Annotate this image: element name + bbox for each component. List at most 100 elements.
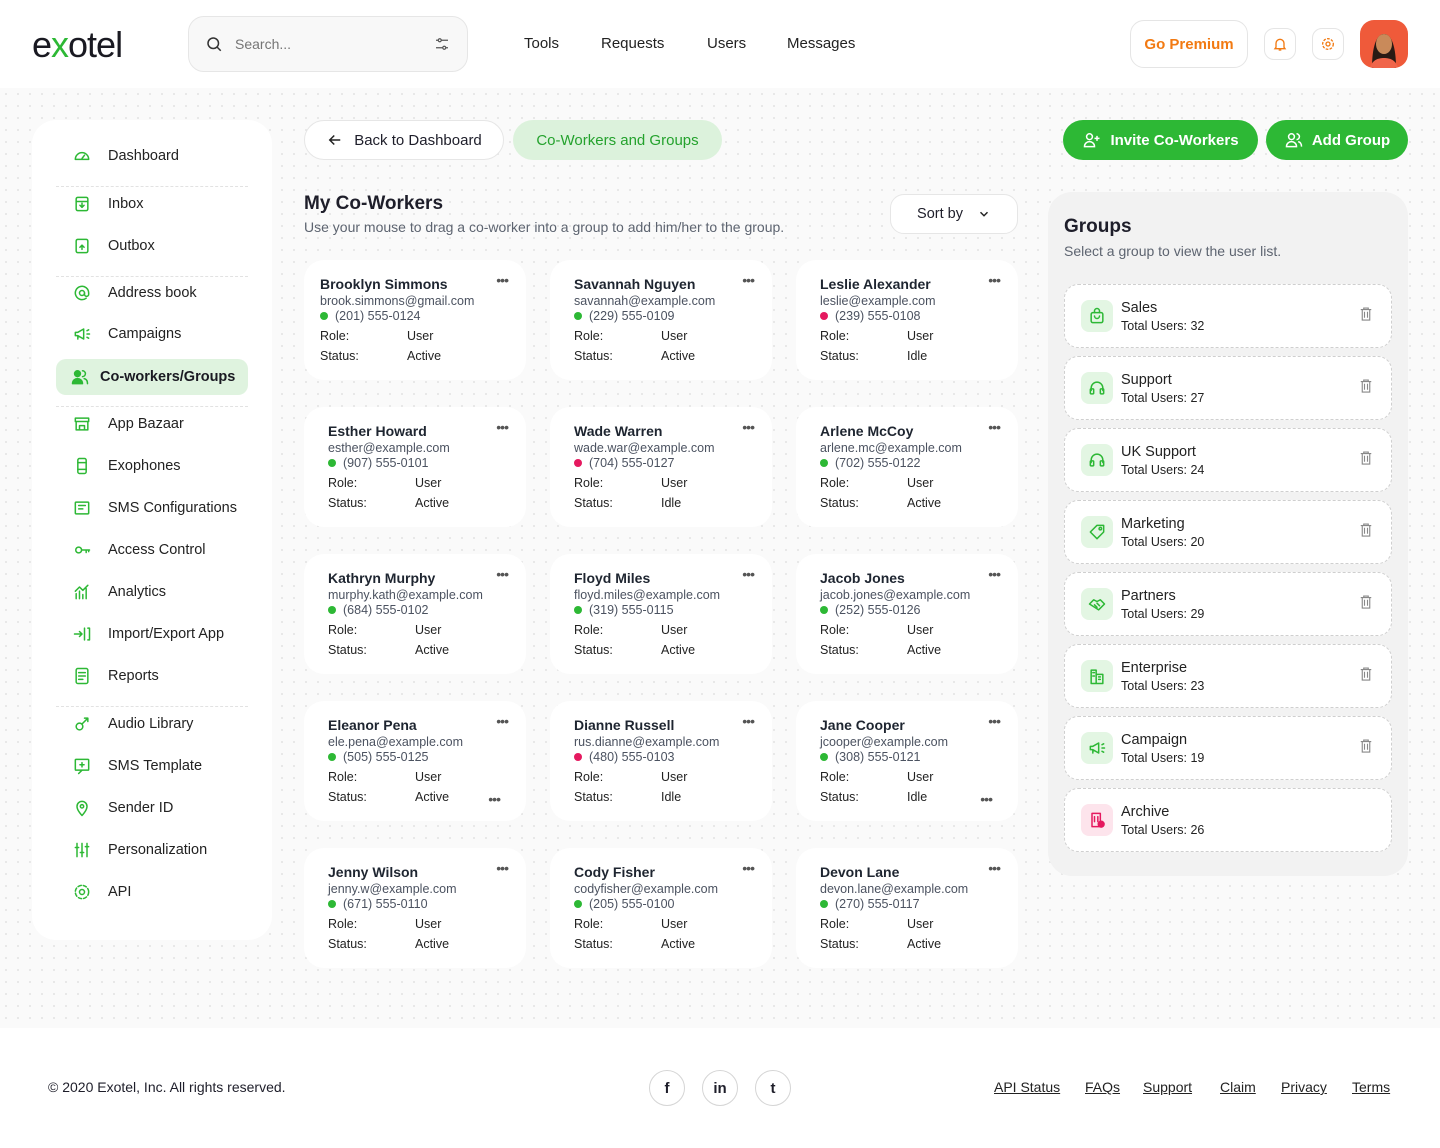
sidebar-item-campaigns[interactable]: Campaigns [56, 316, 248, 352]
coworker-phone: (480) 555-0103 [589, 750, 675, 764]
presence-dot [328, 753, 336, 761]
delete-group-button[interactable] [1357, 593, 1375, 616]
coworker-card[interactable]: Jane Cooper ••• jcooper@example.com (308… [796, 701, 1018, 821]
settings-button[interactable] [1312, 28, 1344, 60]
sidebar-item-personalization[interactable]: Personalization [56, 832, 248, 868]
delete-group-button[interactable] [1357, 665, 1375, 688]
more-options-icon[interactable]: ••• [988, 419, 1001, 435]
sidebar-item-import-export-app[interactable]: Import/Export App [56, 616, 248, 652]
sidebar-item-access-control[interactable]: Access Control [56, 532, 248, 568]
delete-group-button[interactable] [1357, 737, 1375, 760]
sidebar-item-app-bazaar[interactable]: App Bazaar [56, 406, 248, 442]
sidebar-item-sms-template[interactable]: SMS Template [56, 748, 248, 784]
add-group-button[interactable]: Add Group [1266, 120, 1408, 160]
coworker-card[interactable]: Esther Howard ••• esther@example.com (90… [304, 407, 526, 527]
sidebar-item-sms-configurations[interactable]: SMS Configurations [56, 490, 248, 526]
search-input[interactable] [235, 36, 433, 52]
more-options-icon[interactable]: ••• [988, 566, 1001, 582]
invite-coworkers-button[interactable]: Invite Co-Workers [1063, 120, 1258, 160]
sidebar-item-address-book[interactable]: Address book [56, 275, 248, 311]
sidebar-item-api[interactable]: API [56, 874, 248, 910]
coworker-card[interactable]: Kathryn Murphy ••• murphy.kath@example.c… [304, 554, 526, 674]
bag-icon [1090, 307, 1104, 324]
nav-tools[interactable]: Tools [524, 35, 559, 52]
delete-group-button[interactable] [1357, 449, 1375, 472]
more-options-icon[interactable]: ••• [980, 791, 993, 807]
footer-link-privacy[interactable]: Privacy [1281, 1079, 1327, 1095]
more-options-icon[interactable]: ••• [496, 566, 509, 582]
more-options-icon[interactable]: ••• [742, 419, 755, 435]
footer-link-support[interactable]: Support [1143, 1079, 1192, 1095]
sidebar-item-co-workers-groups[interactable]: Co-workers/Groups [56, 359, 248, 395]
presence-dot [820, 900, 828, 908]
more-options-icon[interactable]: ••• [488, 791, 501, 807]
group-item-support[interactable]: Support Total Users: 27 [1064, 356, 1392, 420]
footer-link-claim[interactable]: Claim [1220, 1079, 1256, 1095]
nav-messages[interactable]: Messages [787, 35, 855, 52]
coworker-card[interactable]: Floyd Miles ••• floyd.miles@example.com … [550, 554, 772, 674]
coworker-card[interactable]: Wade Warren ••• wade.war@example.com (70… [550, 407, 772, 527]
go-premium-button[interactable]: Go Premium [1130, 20, 1248, 68]
gauge-icon [74, 151, 90, 161]
coworker-card[interactable]: Devon Lane ••• devon.lane@example.com (2… [796, 848, 1018, 968]
group-item-partners[interactable]: Partners Total Users: 29 [1064, 572, 1392, 636]
more-options-icon[interactable]: ••• [988, 713, 1001, 729]
linkedin-icon[interactable]: in [702, 1070, 738, 1106]
coworker-card[interactable]: Savannah Nguyen ••• savannah@example.com… [550, 260, 772, 380]
nav-requests[interactable]: Requests [601, 35, 664, 52]
more-options-icon[interactable]: ••• [496, 419, 509, 435]
exotel-logo[interactable]: exotel [32, 24, 123, 66]
sidebar-item-reports[interactable]: Reports [56, 658, 248, 694]
group-item-uk-support[interactable]: UK Support Total Users: 24 [1064, 428, 1392, 492]
tab-coworkers-and-groups[interactable]: Co-Workers and Groups [513, 120, 722, 160]
presence-dot [820, 606, 828, 614]
footer-link-faqs[interactable]: FAQs [1085, 1079, 1120, 1095]
sidebar-item-audio-library[interactable]: Audio Library [56, 706, 248, 742]
sidebar-item-outbox[interactable]: Outbox [56, 228, 248, 264]
group-item-campaign[interactable]: Campaign Total Users: 19 [1064, 716, 1392, 780]
group-item-sales[interactable]: Sales Total Users: 32 [1064, 284, 1392, 348]
more-options-icon[interactable]: ••• [742, 566, 755, 582]
sort-by-dropdown[interactable]: Sort by [890, 194, 1018, 234]
sidebar-item-exophones[interactable]: Exophones [56, 448, 248, 484]
more-options-icon[interactable]: ••• [742, 860, 755, 876]
more-options-icon[interactable]: ••• [742, 713, 755, 729]
coworker-card[interactable]: Jenny Wilson ••• jenny.w@example.com (67… [304, 848, 526, 968]
more-options-icon[interactable]: ••• [496, 860, 509, 876]
coworker-card[interactable]: Eleanor Pena ••• ele.pena@example.com (5… [304, 701, 526, 821]
filter-icon[interactable] [433, 35, 451, 53]
delete-group-button[interactable] [1357, 377, 1375, 400]
coworker-status: Active [407, 349, 442, 363]
coworker-card[interactable]: Dianne Russell ••• rus.dianne@example.co… [550, 701, 772, 821]
coworker-card[interactable]: Jacob Jones ••• jacob.jones@example.com … [796, 554, 1018, 674]
sidebar-item-dashboard[interactable]: Dashboard [56, 138, 248, 174]
sidebar-item-label: Analytics [108, 584, 167, 600]
group-item-marketing[interactable]: Marketing Total Users: 20 [1064, 500, 1392, 564]
more-options-icon[interactable]: ••• [496, 272, 509, 288]
coworker-card[interactable]: Brooklyn Simmons ••• brook.simmons@gmail… [304, 260, 526, 380]
coworker-card[interactable]: Arlene McCoy ••• arlene.mc@example.com (… [796, 407, 1018, 527]
coworker-card[interactable]: Cody Fisher ••• codyfisher@example.com (… [550, 848, 772, 968]
users-icon [71, 370, 89, 385]
user-avatar[interactable] [1360, 20, 1408, 68]
more-options-icon[interactable]: ••• [742, 272, 755, 288]
sidebar-item-sender-id[interactable]: Sender ID [56, 790, 248, 826]
footer-link-api-status[interactable]: API Status [994, 1079, 1060, 1095]
more-options-icon[interactable]: ••• [988, 272, 1001, 288]
footer-link-terms[interactable]: Terms [1352, 1079, 1390, 1095]
more-options-icon[interactable]: ••• [496, 713, 509, 729]
group-item-enterprise[interactable]: Enterprise Total Users: 23 [1064, 644, 1392, 708]
more-options-icon[interactable]: ••• [988, 860, 1001, 876]
sidebar-item-inbox[interactable]: Inbox [56, 186, 248, 222]
coworker-card[interactable]: Leslie Alexander ••• leslie@example.com … [796, 260, 1018, 380]
facebook-icon[interactable]: f [649, 1070, 685, 1106]
coworker-name: Floyd Miles [574, 570, 651, 586]
sidebar-item-analytics[interactable]: Analytics [56, 574, 248, 610]
group-item-archive[interactable]: Archive Total Users: 26 [1064, 788, 1392, 852]
delete-group-button[interactable] [1357, 521, 1375, 544]
delete-group-button[interactable] [1357, 305, 1375, 328]
nav-users[interactable]: Users [707, 35, 746, 52]
back-to-dashboard-button[interactable]: Back to Dashboard [304, 120, 504, 160]
twitter-icon[interactable]: t [755, 1070, 791, 1106]
notifications-button[interactable] [1264, 28, 1296, 60]
